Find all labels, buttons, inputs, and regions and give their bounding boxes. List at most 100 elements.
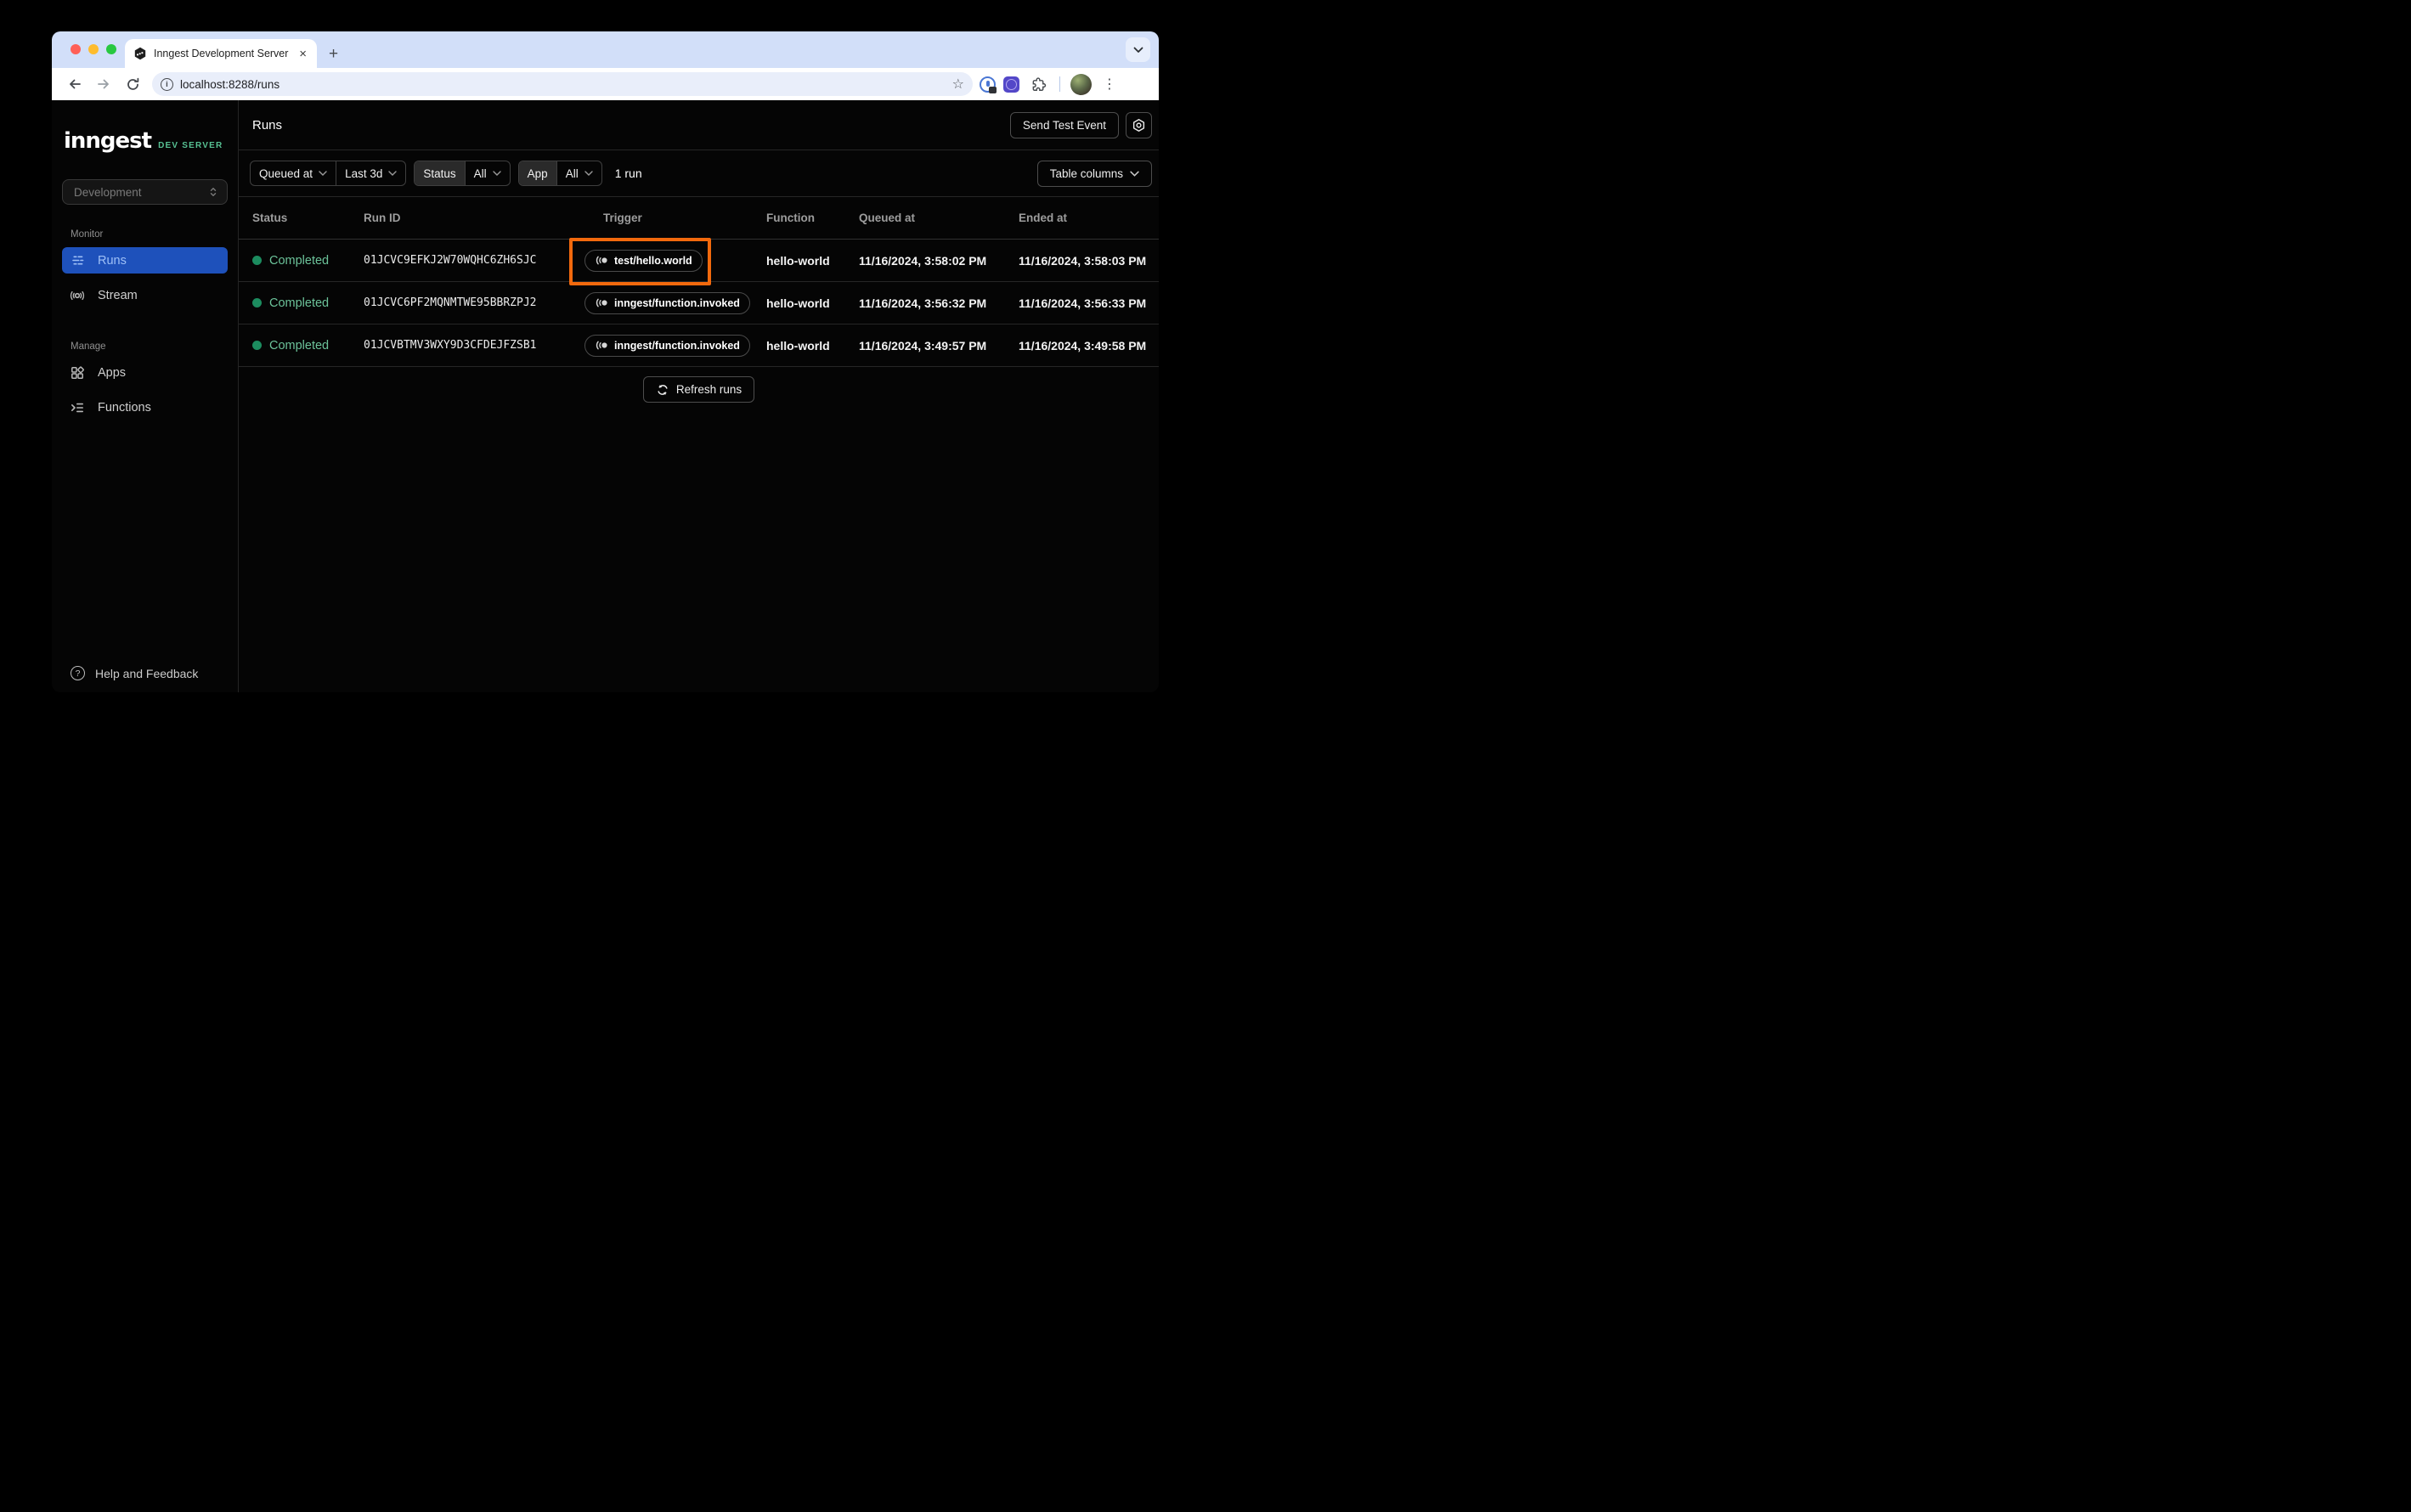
- browser-window: Inngest Development Server × + i localho…: [52, 31, 1159, 692]
- page-title: Runs: [252, 117, 283, 133]
- filter-bar: Queued at Last 3d Status All App All 1 r…: [239, 150, 1159, 197]
- sidebar-item-runs[interactable]: Runs: [62, 247, 228, 274]
- queued-at-cell: 11/16/2024, 3:56:32 PM: [859, 296, 987, 310]
- reload-icon[interactable]: [121, 73, 144, 95]
- sidebar-section-monitor: Monitor: [71, 229, 104, 240]
- column-header-function: Function: [766, 212, 815, 224]
- main-content: Runs Send Test Event Queued at Last 3d S…: [239, 100, 1159, 692]
- password-manager-extension-icon[interactable]: [980, 76, 997, 93]
- send-test-event-button[interactable]: Send Test Event: [1009, 111, 1119, 138]
- help-icon: ?: [71, 666, 85, 680]
- tab-strip: Inngest Development Server × +: [52, 31, 1159, 68]
- inngest-logo: inngest: [64, 128, 152, 154]
- close-tab-icon[interactable]: ×: [297, 48, 308, 60]
- trigger-badge: test/hello.world: [584, 249, 703, 272]
- updown-chevron-icon: [208, 185, 218, 199]
- runs-icon: [68, 253, 87, 268]
- address-bar[interactable]: i localhost:8288/runs ☆: [152, 72, 973, 96]
- trigger-cell: inngest/function.invoked: [584, 291, 766, 314]
- column-header-trigger: Trigger: [603, 212, 642, 224]
- extensions-area: ⋮: [980, 73, 1120, 95]
- minimize-window-button[interactable]: [88, 44, 99, 54]
- forward-icon[interactable]: [93, 73, 115, 95]
- sidebar-section-manage: Manage: [71, 341, 106, 352]
- inngest-favicon-icon: [133, 47, 147, 60]
- function-cell: hello-world: [766, 296, 830, 310]
- status-dot: [252, 256, 262, 265]
- close-window-button[interactable]: [71, 44, 81, 54]
- extensions-puzzle-icon[interactable]: [1027, 73, 1049, 95]
- purple-extension-icon[interactable]: [1003, 76, 1019, 93]
- event-trigger-icon: [595, 339, 608, 352]
- column-header-status: Status: [252, 212, 288, 224]
- sidebar-item-functions[interactable]: Functions: [62, 394, 228, 420]
- time-range-dropdown[interactable]: Last 3d: [336, 161, 405, 185]
- trigger-badge: inngest/function.invoked: [584, 291, 750, 314]
- trigger-cell: test/hello.world: [584, 249, 766, 272]
- functions-icon: [68, 400, 87, 415]
- toolbar-separator: [1059, 76, 1060, 92]
- zoom-window-button[interactable]: [106, 44, 116, 54]
- inngest-app: inngest DEV SERVER Development Monitor R…: [52, 100, 1159, 692]
- chevron-down-icon: [319, 171, 327, 176]
- sidebar-item-label: Stream: [98, 288, 138, 302]
- table-row[interactable]: Completed 01JCVC6PF2MQNMTWE95BBRZPJ2 inn…: [239, 282, 1159, 324]
- table-header: Status Run ID Trigger Function Queued at…: [239, 197, 1159, 240]
- settings-gear-button[interactable]: [1126, 111, 1152, 138]
- time-field-dropdown[interactable]: Queued at: [251, 161, 337, 185]
- status-dot: [252, 341, 262, 350]
- browser-tab[interactable]: Inngest Development Server ×: [125, 39, 317, 68]
- function-cell: hello-world: [766, 253, 830, 268]
- table-row[interactable]: Completed 01JCVC9EFKJ2W70WQHC6ZH6SJC tes…: [239, 240, 1159, 282]
- logo-row: inngest DEV SERVER: [62, 128, 228, 154]
- refresh-icon: [656, 383, 669, 397]
- status-filter: Status All: [414, 161, 511, 186]
- ended-at-cell: 11/16/2024, 3:58:03 PM: [1019, 253, 1147, 268]
- chevron-down-icon: [584, 171, 593, 176]
- tab-search-button[interactable]: [1126, 37, 1150, 62]
- browser-toolbar: i localhost:8288/runs ☆ ⋮: [52, 68, 1159, 100]
- chevron-down-icon: [1130, 171, 1139, 177]
- chevron-down-icon: [492, 171, 501, 176]
- sidebar-item-label: Runs: [98, 253, 127, 268]
- page-header: Runs Send Test Event: [239, 100, 1159, 150]
- table-columns-button[interactable]: Table columns: [1036, 160, 1152, 187]
- status-filter-label: Status: [415, 161, 466, 185]
- event-trigger-icon: [595, 254, 608, 267]
- apps-icon: [68, 365, 87, 381]
- refresh-runs-container: Refresh runs: [239, 376, 1159, 403]
- window-controls: [71, 44, 116, 54]
- time-field-filter: Queued at Last 3d: [250, 161, 407, 186]
- app-filter-dropdown[interactable]: All: [557, 161, 601, 185]
- sidebar-item-apps[interactable]: Apps: [62, 359, 228, 386]
- column-header-run-id: Run ID: [364, 212, 401, 224]
- bookmark-star-icon[interactable]: ☆: [952, 76, 964, 93]
- queued-at-cell: 11/16/2024, 3:58:02 PM: [859, 253, 987, 268]
- new-tab-button[interactable]: +: [329, 46, 338, 62]
- status-dot: [252, 298, 262, 307]
- profile-avatar[interactable]: [1070, 73, 1092, 95]
- app-filter-label: App: [518, 161, 557, 185]
- column-header-ended-at: Ended at: [1019, 212, 1068, 224]
- table-row[interactable]: Completed 01JCVBTMV3WXY9D3CFDEJFZSB1 inn…: [239, 324, 1159, 367]
- trigger-badge: inngest/function.invoked: [584, 334, 750, 357]
- tab-title: Inngest Development Server: [154, 48, 289, 59]
- refresh-runs-button[interactable]: Refresh runs: [642, 376, 755, 403]
- ended-at-cell: 11/16/2024, 3:49:58 PM: [1019, 338, 1147, 353]
- back-icon[interactable]: [64, 73, 86, 95]
- trigger-cell: inngest/function.invoked: [584, 334, 766, 357]
- help-and-feedback[interactable]: ? Help and Feedback: [62, 666, 228, 680]
- status-cell: Completed: [252, 254, 364, 268]
- status-cell: Completed: [252, 296, 364, 310]
- url-text[interactable]: localhost:8288/runs: [180, 78, 946, 91]
- status-filter-dropdown[interactable]: All: [466, 161, 510, 185]
- site-info-icon[interactable]: i: [161, 77, 173, 91]
- function-cell: hello-world: [766, 338, 830, 353]
- run-id-cell: 01JCVC9EFKJ2W70WQHC6ZH6SJC: [364, 254, 537, 267]
- browser-menu-icon[interactable]: ⋮: [1099, 76, 1120, 93]
- sidebar-item-stream[interactable]: Stream: [62, 282, 228, 308]
- environment-selector[interactable]: Development: [62, 179, 228, 205]
- sidebar: inngest DEV SERVER Development Monitor R…: [52, 100, 239, 692]
- help-label: Help and Feedback: [95, 666, 199, 680]
- column-header-queued-at: Queued at: [859, 212, 916, 224]
